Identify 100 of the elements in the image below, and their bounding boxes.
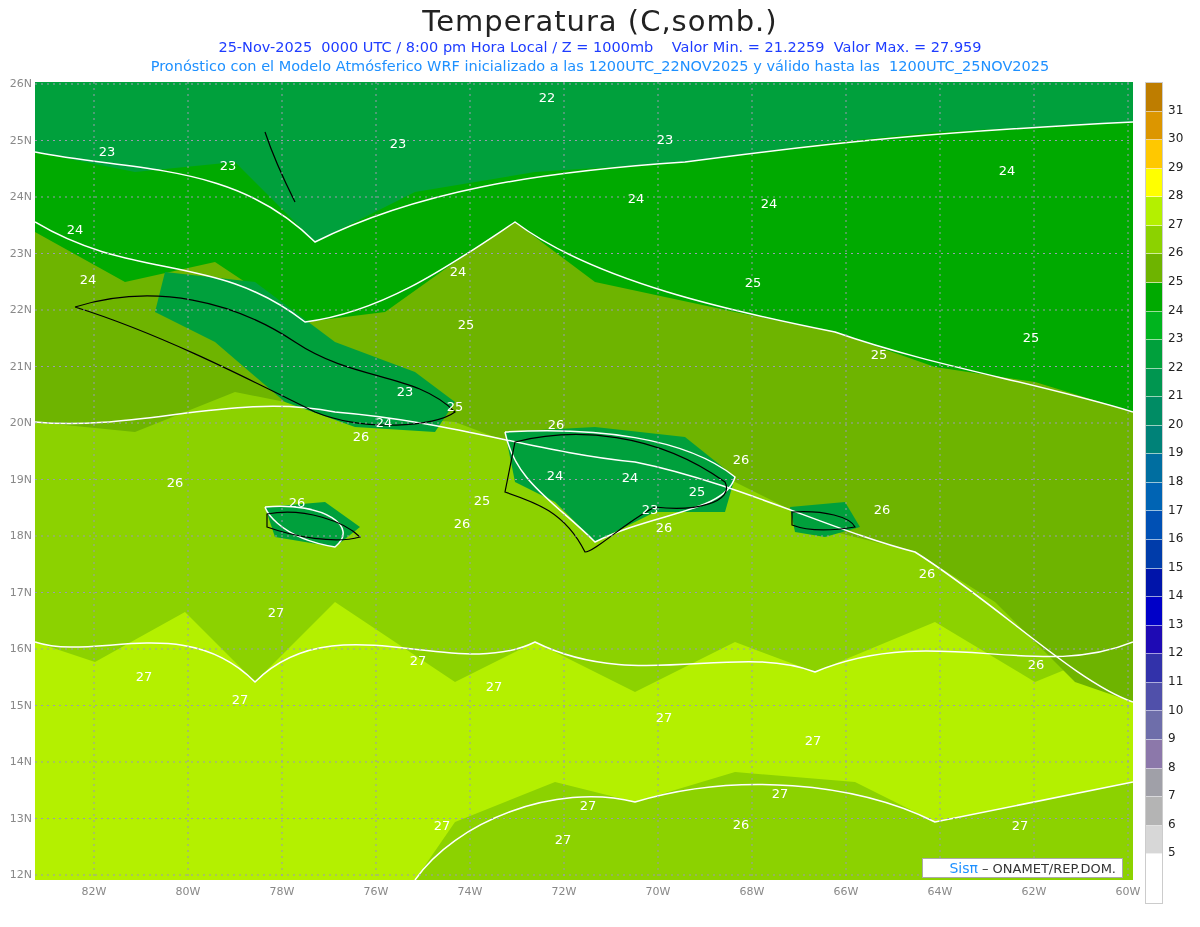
longitude-label: 78W [268,885,296,898]
colorbar-label: 9 [1168,731,1176,746]
longitude-label: 68W [738,885,766,898]
contour-label: 23 [641,502,659,518]
colorbar-label: 12 [1168,645,1184,660]
latitude-label: 21N [9,359,32,373]
contour-label: 25 [446,399,464,415]
latitude-label: 20N [9,416,32,429]
contour-label: 25 [1022,330,1040,346]
longitude-label: 62W [1020,885,1048,898]
latitude-label: 18N [9,529,32,542]
colorbar-label: 17 [1168,502,1184,517]
contour-label: 23 [656,132,674,148]
contour-label: 24 [621,470,639,486]
latitude-label: 22N [9,303,32,316]
colorbar-label: 7 [1168,788,1176,803]
contour-label: 23 [219,158,237,174]
colorbar-label: 23 [1168,331,1184,346]
contour-label: 24 [66,222,84,238]
latitude-label: 25N [9,133,32,147]
latitude-label: 14N [9,755,32,768]
colorbar-label: 13 [1168,616,1184,631]
contour-label: 24 [627,191,645,207]
colorbar-label: 15 [1168,559,1184,574]
contour-label: 27 [1011,818,1029,834]
contour-label: 27 [231,692,249,708]
longitude-label: 76W [362,885,390,898]
contour-label: 27 [433,818,451,834]
colorbar-label: 28 [1168,188,1184,203]
latitude-label: 16N [9,642,32,655]
contour-label: 27 [267,605,285,621]
contour-label: 26 [547,417,565,433]
contour-label: 27 [554,832,572,848]
contour-label: 23 [396,384,414,400]
latitude-label: 12N [9,868,32,881]
longitude-label: 70W [644,885,672,898]
contour-label: 23 [389,136,407,152]
contour-label: 27 [409,653,427,669]
colorbar-label: 24 [1168,302,1184,317]
contour-label: 27 [804,733,822,749]
latitude-label: 19N [9,472,32,486]
contour-label: 24 [760,196,778,212]
colorbar-label: 8 [1168,759,1176,774]
colorbar-label: 10 [1168,702,1184,717]
longitude-label: 60W [1114,885,1142,898]
chart-subtitle: 25-Nov-2025 0000 UTC / 8:00 pm Hora Local / Z = 1000mb Valor Min. = 21.2259 Valor Max. = 27.959 [217,38,983,57]
colorbar-label: 21 [1168,388,1184,403]
credit-text: – ONAMET/REP.DOM. [981,861,1116,876]
contour-label: 22 [538,90,556,106]
contour-label: 26 [1027,657,1045,673]
contour-label: 23 [98,144,116,160]
colorbar-label: 20 [1168,416,1184,431]
contour-label: 24 [375,415,393,431]
contour-label: 26 [352,429,370,445]
contour-label: 26 [166,475,184,491]
latitude-label: 24N [9,190,32,203]
latitude-label: 17N [9,585,32,599]
contour-label: 25 [744,275,762,291]
colorbar-label: 30 [1168,131,1184,146]
contour-label: 27 [655,710,673,726]
contour-label: 26 [873,502,891,518]
contour-label: 26 [918,566,936,582]
logo-text: Sisπ [949,860,978,876]
latitude-label: 15N [9,698,32,712]
colorbar-label: 11 [1168,674,1184,688]
contour-label: 25 [688,484,706,500]
colorbar-label: 19 [1168,445,1184,460]
colorbar-label: 16 [1168,531,1184,546]
colorbar-label: 6 [1168,816,1176,831]
colorbar-label: 5 [1168,845,1176,860]
longitude-label: 74W [456,885,484,898]
contour-label: 25 [457,317,475,333]
contour-label: 25 [473,493,491,509]
contour-label: 27 [485,679,503,695]
contour-label: 24 [998,163,1016,179]
latitude-label: 13N [9,811,32,825]
contour-label: 27 [135,669,153,685]
chart-subtitle: Pronóstico con el Modelo Atmósferico WRF inicializado a las 1200UTC_22NOV2025 y válido hasta las 1200UTC_25NOV2025 [149,57,1051,76]
contour-label: 26 [453,516,471,532]
longitude-label: 66W [832,885,860,898]
longitude-label: 80W [174,885,202,898]
colorbar-label: 25 [1168,274,1184,288]
colorbar-label: 26 [1168,245,1184,260]
colorbar-label: 27 [1168,216,1184,231]
contour-label: 26 [732,817,750,833]
latitude-label: 26N [9,77,32,90]
contour-label: 27 [771,786,789,802]
colorbar-label: 18 [1168,474,1184,488]
contour-label: 24 [546,468,564,484]
latitude-label: 23N [9,246,32,260]
contour-label: 24 [449,264,467,280]
colorbar-label: 14 [1168,588,1184,603]
contour-label: 25 [870,347,888,363]
contour-label: 26 [732,452,750,468]
chart-title: Temperatura (C,somb.) [421,3,779,38]
colorbar-label: 22 [1168,359,1184,374]
colorbar-label: 29 [1168,159,1184,174]
longitude-label: 72W [550,885,578,898]
contour-label: 27 [579,798,597,814]
longitude-label: 82W [80,885,108,898]
